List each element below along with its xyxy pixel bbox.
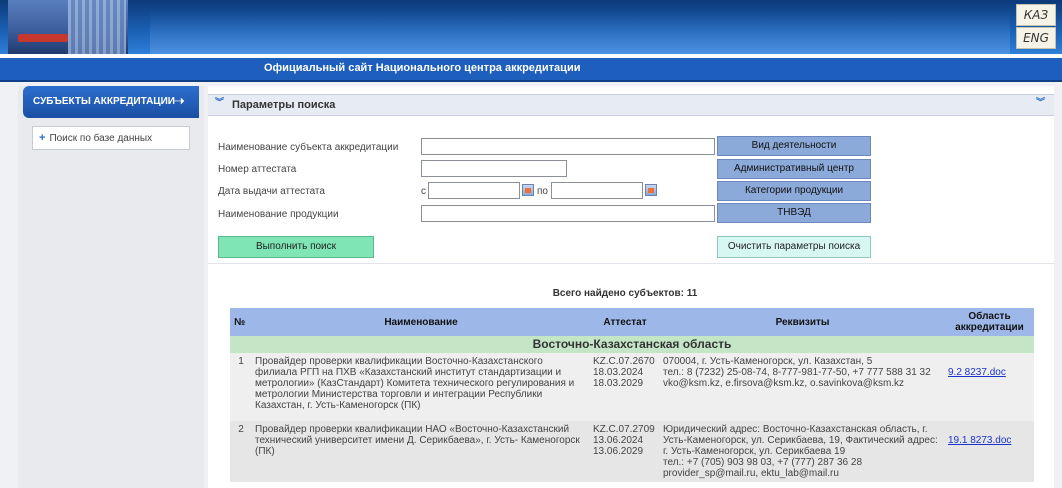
clear-params-button[interactable]: Очистить параметры поиска — [717, 236, 871, 258]
building-photo — [8, 0, 128, 54]
product-categories-button[interactable]: Категории продукции — [717, 181, 871, 201]
col-scope: Область аккредитации — [945, 308, 1034, 336]
search-form: Наименование субъекта аккредитации Номер… — [208, 122, 1054, 264]
cert-date-issued: 18.03.2024 — [593, 367, 644, 378]
results-count: Всего найдено субъектов: 11 — [552, 288, 698, 299]
banner-decoration — [150, 10, 1010, 54]
subject-name-label: Наименование субъекта аккредитации — [218, 142, 399, 153]
col-cert: Аттестат — [590, 308, 660, 336]
collapse-chevron-icon[interactable]: ︾ — [1036, 98, 1046, 111]
sidebar-section-accreditation-subjects[interactable]: СУБЪЕКТЫ АККРЕДИТАЦИИ ➝ — [23, 86, 199, 118]
calendar-icon[interactable] — [522, 184, 534, 196]
date-from-label: с — [421, 186, 426, 197]
cert-date-issued: 13.06.2024 — [593, 435, 644, 446]
results-table: № Наименование Аттестат Реквизиты Област… — [230, 308, 1034, 482]
cert-number-input[interactable] — [421, 160, 567, 177]
row-number: 2 — [230, 421, 252, 482]
date-from-input[interactable] — [428, 182, 520, 199]
region-name: Восточно-Казахстанская область — [230, 336, 1034, 353]
region-row: Восточно-Казахстанская область — [230, 336, 1034, 353]
cert-date-expiry: 13.06.2029 — [593, 446, 644, 457]
header-banner — [0, 0, 1062, 54]
lang-kaz-button[interactable]: КАЗ — [1016, 4, 1056, 26]
run-search-button[interactable]: Выполнить поиск — [218, 236, 374, 258]
activity-type-button[interactable]: Вид деятельности — [717, 136, 871, 156]
sidebar-section-label: СУБЪЕКТЫ АККРЕДИТАЦИИ — [33, 96, 175, 107]
search-params-header[interactable]: ︾ Параметры поиска ︾ — [208, 94, 1054, 116]
product-name-label: Наименование продукции — [218, 209, 339, 220]
tnved-button[interactable]: ТНВЭД — [717, 203, 871, 223]
cert-date-expiry: 18.03.2029 — [593, 378, 644, 389]
scope-doc-link[interactable]: 9.2 8237.doc — [948, 367, 1006, 378]
col-details: Реквизиты — [660, 308, 945, 336]
row-cert: KZ.C.07.2709 13.06.2024 13.06.2029 — [590, 421, 660, 482]
lang-eng-button[interactable]: ENG — [1016, 27, 1056, 49]
row-scope: 9.2 8237.doc — [945, 353, 1034, 421]
divider — [0, 80, 1062, 82]
row-name: Провайдер проверки квалификации НАО «Вос… — [252, 421, 590, 482]
sidebar-item-label: Поиск по базе данных — [49, 133, 153, 144]
site-title: Официальный сайт Национального центра ак… — [0, 58, 1062, 80]
row-scope: 19.1 8273.doc — [945, 421, 1034, 482]
table-row: 1 Провайдер проверки квалификации Восточ… — [230, 353, 1034, 421]
row-number: 1 — [230, 353, 252, 421]
subject-name-input[interactable] — [421, 138, 715, 155]
results-area: Всего найдено субъектов: 11 № Наименован… — [208, 272, 1054, 488]
cert-number: KZ.C.07.2670 — [593, 356, 655, 367]
row-cert: KZ.C.07.2670 18.03.2024 18.03.2029 — [590, 353, 660, 421]
scope-doc-link[interactable]: 19.1 8273.doc — [948, 435, 1011, 446]
date-to-input[interactable] — [551, 182, 643, 199]
collapse-chevron-icon[interactable]: ︾ — [215, 98, 225, 111]
table-row: 2 Провайдер проверки квалификации НАО «В… — [230, 421, 1034, 482]
table-header-row: № Наименование Аттестат Реквизиты Област… — [230, 308, 1034, 336]
row-details: 070004, г. Усть-Каменогорск, ул. Казахст… — [660, 353, 945, 421]
main-panel: ︾ Параметры поиска ︾ Наименование субъек… — [208, 86, 1054, 488]
cert-date-label: Дата выдачи аттестата — [218, 186, 325, 197]
admin-center-button[interactable]: Административный центр — [717, 159, 871, 179]
plus-icon: + — [39, 132, 46, 144]
arrow-right-icon: ➝ — [171, 93, 185, 110]
col-number: № — [230, 308, 252, 336]
calendar-icon[interactable] — [645, 184, 657, 196]
col-name: Наименование — [252, 308, 590, 336]
cert-number-label: Номер аттестата — [218, 164, 297, 175]
cert-number: KZ.C.07.2709 — [593, 424, 655, 435]
product-name-input[interactable] — [421, 205, 715, 222]
row-name: Провайдер проверки квалификации Восточно… — [252, 353, 590, 421]
sidebar: СУБЪЕКТЫ АККРЕДИТАЦИИ ➝ + Поиск по базе д… — [18, 86, 204, 488]
search-params-title: Параметры поиска — [232, 99, 336, 111]
date-to-label: по — [537, 186, 548, 197]
sidebar-item-database-search[interactable]: + Поиск по базе данных — [32, 126, 190, 150]
row-details: Юридический адрес: Восточно-Казахстанска… — [660, 421, 945, 482]
